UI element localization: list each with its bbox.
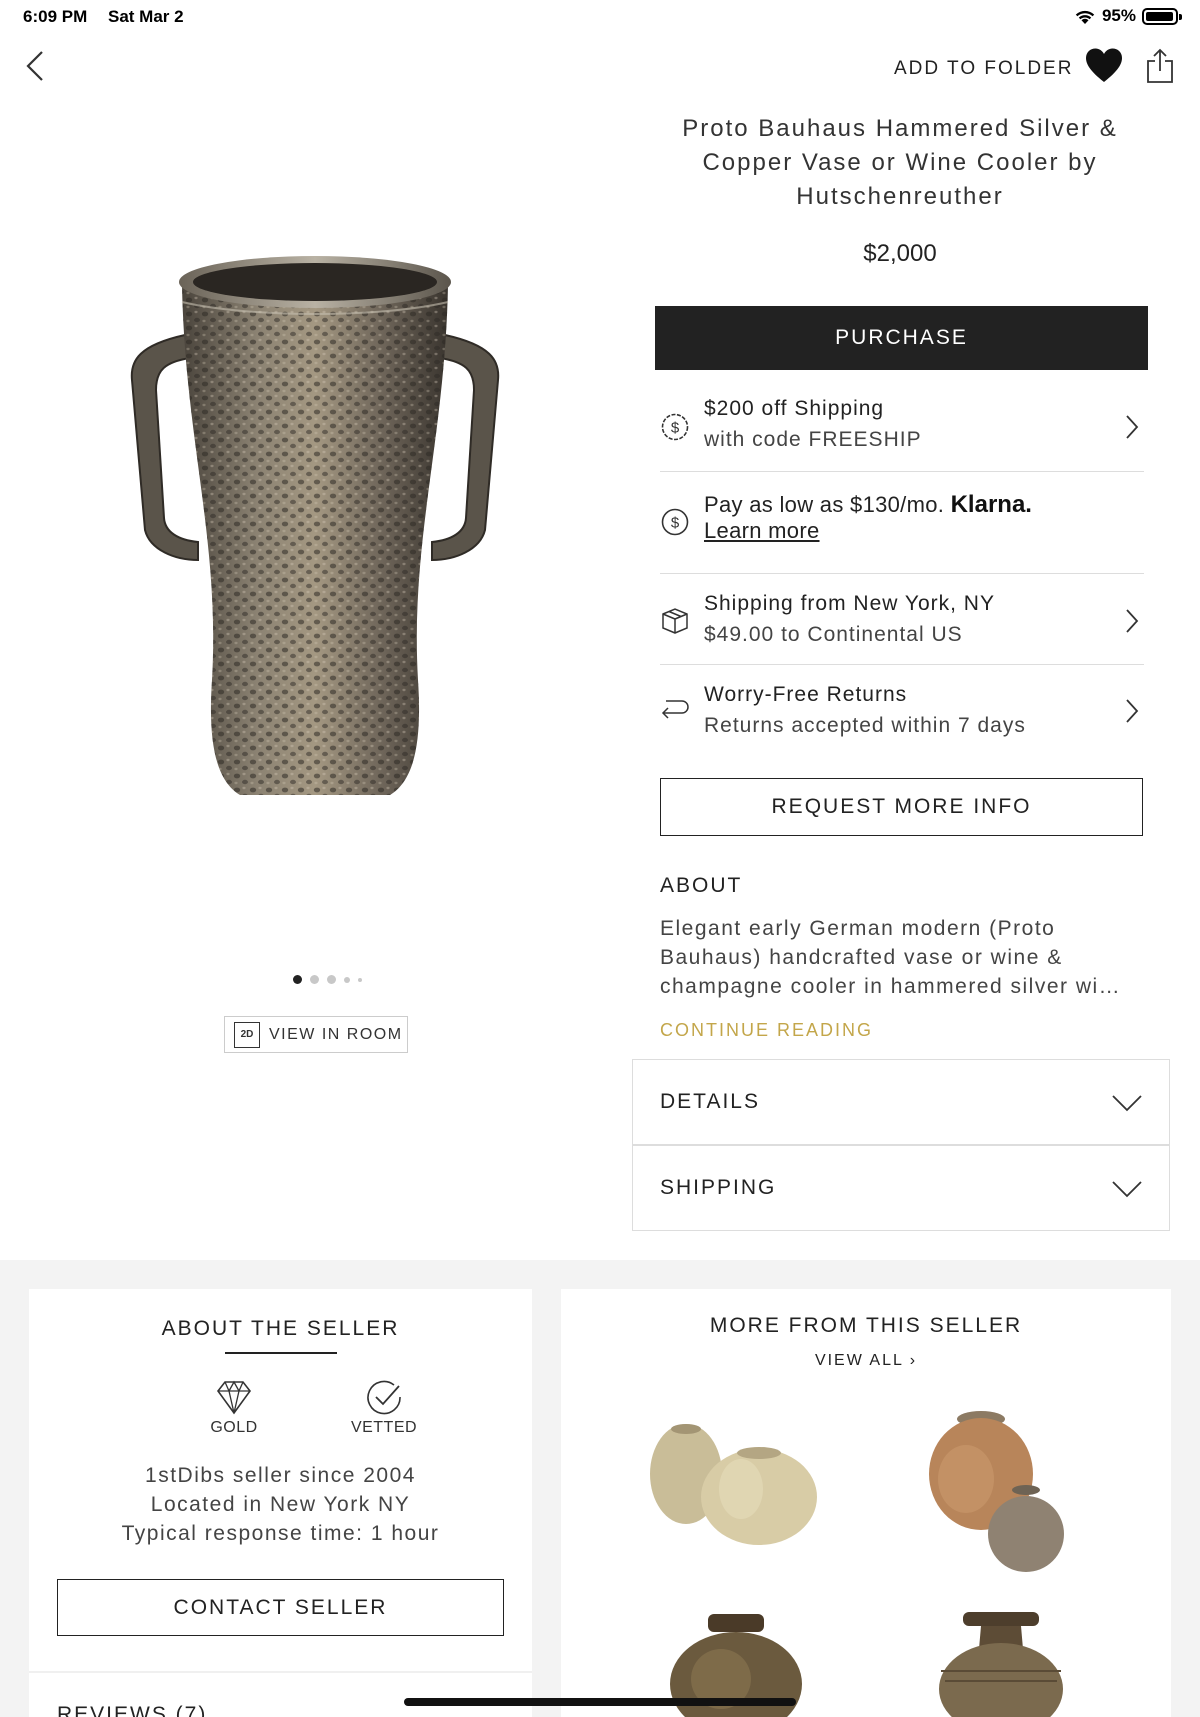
klarna-line: Pay as low as $130/mo. Klarna. [704, 492, 1032, 518]
favorite-button[interactable] [1084, 47, 1124, 85]
heart-icon [1086, 48, 1122, 82]
promo-subtitle: with code FREESHIP [704, 428, 922, 451]
product-image[interactable] [120, 240, 510, 820]
seller-location: Located in New York NY [150, 1493, 411, 1516]
2d-room-icon: 2D [234, 1021, 260, 1048]
klarna-logo: Klarna. [950, 491, 1032, 518]
back-chevron-icon [26, 51, 43, 81]
carousel-dot-5[interactable] [358, 977, 362, 982]
seller-response-time: Typical response time: 1 hour [121, 1522, 440, 1545]
klarna-row: $ Pay as low as $130/mo. Klarna. Learn m… [660, 472, 1144, 574]
svg-text:$: $ [671, 515, 680, 532]
seller-since: 1stDibs seller since 2004 [145, 1464, 416, 1487]
carousel-dot-3[interactable] [327, 975, 336, 984]
vetted-badge-label: VETTED [350, 1419, 418, 1436]
product-title: Proto Bauhaus Hammered Silver & Copper V… [682, 115, 1118, 210]
return-arrow-icon [661, 700, 689, 719]
status-date: Sat Mar 2 [108, 7, 184, 26]
promo-title: $200 off Shipping [704, 397, 885, 420]
wifi-icon [1075, 10, 1095, 24]
details-accordion-label: DETAILS [660, 1090, 760, 1113]
shipping-accordion[interactable]: SHIPPING [632, 1145, 1170, 1231]
carousel-dot-4[interactable] [344, 976, 350, 983]
shipping-accordion-label: SHIPPING [660, 1176, 777, 1199]
more-from-seller-heading: MORE FROM THIS SELLER [709, 1314, 1023, 1337]
details-accordion[interactable]: DETAILS [632, 1059, 1170, 1145]
more-from-seller-card: MORE FROM THIS SELLER VIEW ALL › [561, 1289, 1171, 1717]
product-price: $2,000 [863, 240, 937, 267]
battery-icon [1142, 7, 1182, 25]
chevron-right-icon [1126, 415, 1139, 439]
back-button[interactable] [20, 46, 50, 86]
battery-fill [1146, 11, 1173, 21]
box-icon [662, 608, 688, 634]
divider [29, 1671, 532, 1673]
carousel-dots[interactable] [293, 975, 362, 984]
checkmark-circle-icon [367, 1380, 401, 1415]
returns-title: Worry-Free Returns [704, 683, 908, 706]
vetted-badge: VETTED [339, 1377, 429, 1437]
about-heading: ABOUT [660, 874, 743, 897]
carousel-dot-2[interactable] [310, 975, 319, 984]
contact-seller-button[interactable]: CONTACT SELLER [57, 1579, 504, 1636]
about-seller-card: ABOUT THE SELLER GOLD VETTED 1stDibs sel… [29, 1289, 532, 1717]
about-seller-heading: ABOUT THE SELLER [161, 1317, 400, 1340]
shipping-origin-subtitle: $49.00 to Continental US [704, 623, 963, 646]
request-more-info-button[interactable]: REQUEST MORE INFO [660, 778, 1143, 836]
carousel-dot-1[interactable] [293, 975, 302, 984]
purchase-button[interactable]: PURCHASE [655, 306, 1148, 370]
klarna-text: Pay as low as $130/mo. [704, 492, 945, 517]
view-in-room-label: VIEW IN ROOM [269, 1025, 403, 1043]
shipping-origin-title: Shipping from New York, NY [704, 592, 995, 615]
seller-info: 1stDibs seller since 2004 Located in New… [29, 1461, 532, 1548]
product-thumbnail-4[interactable] [931, 1609, 1071, 1717]
home-indicator[interactable] [404, 1698, 796, 1706]
add-to-folder-button[interactable]: ADD TO FOLDER [894, 58, 1073, 80]
gold-badge-label: GOLD [210, 1419, 258, 1436]
product-thumbnail-1[interactable] [641, 1419, 821, 1549]
product-thumbnail-2[interactable] [921, 1404, 1081, 1574]
dollar-circle-icon: $ [661, 508, 689, 536]
returns-row[interactable]: Worry-Free Returns Returns accepted with… [660, 665, 1144, 755]
share-icon [1147, 48, 1173, 83]
status-indicators: 95% [1074, 6, 1182, 26]
shipping-promo-row[interactable]: $ $200 off Shipping with code FREESHIP [660, 392, 1144, 472]
svg-text:$: $ [671, 420, 680, 437]
status-bar: 6:09 PM Sat Mar 2 95% [0, 0, 1200, 34]
view-all-link[interactable]: VIEW ALL › [561, 1352, 1171, 1370]
diamond-icon [216, 1380, 252, 1415]
view-in-room-button[interactable]: 2D VIEW IN ROOM [224, 1016, 408, 1053]
gold-badge: GOLD [189, 1377, 279, 1437]
heading-underline [225, 1352, 337, 1354]
reviews-link[interactable]: REVIEWS (7) [57, 1703, 207, 1717]
continue-reading-link[interactable]: CONTINUE READING [660, 1020, 873, 1041]
returns-subtitle: Returns accepted within 7 days [704, 714, 1026, 737]
chevron-right-icon [1126, 699, 1139, 723]
about-description: Elegant early German modern (Proto Bauha… [660, 917, 1122, 998]
vase-illustration [130, 256, 500, 795]
dollar-circle-icon: $ [661, 413, 689, 441]
status-time: 6:09 PM [23, 7, 88, 26]
battery-percent: 95% [1101, 6, 1136, 25]
chevron-down-icon [1112, 1095, 1142, 1112]
chevron-down-icon [1112, 1181, 1142, 1198]
share-button[interactable] [1144, 47, 1176, 85]
chevron-right-icon [1126, 609, 1139, 633]
shipping-origin-row[interactable]: Shipping from New York, NY $49.00 to Con… [660, 574, 1144, 665]
klarna-learn-more-link[interactable]: Learn more [704, 518, 1032, 544]
